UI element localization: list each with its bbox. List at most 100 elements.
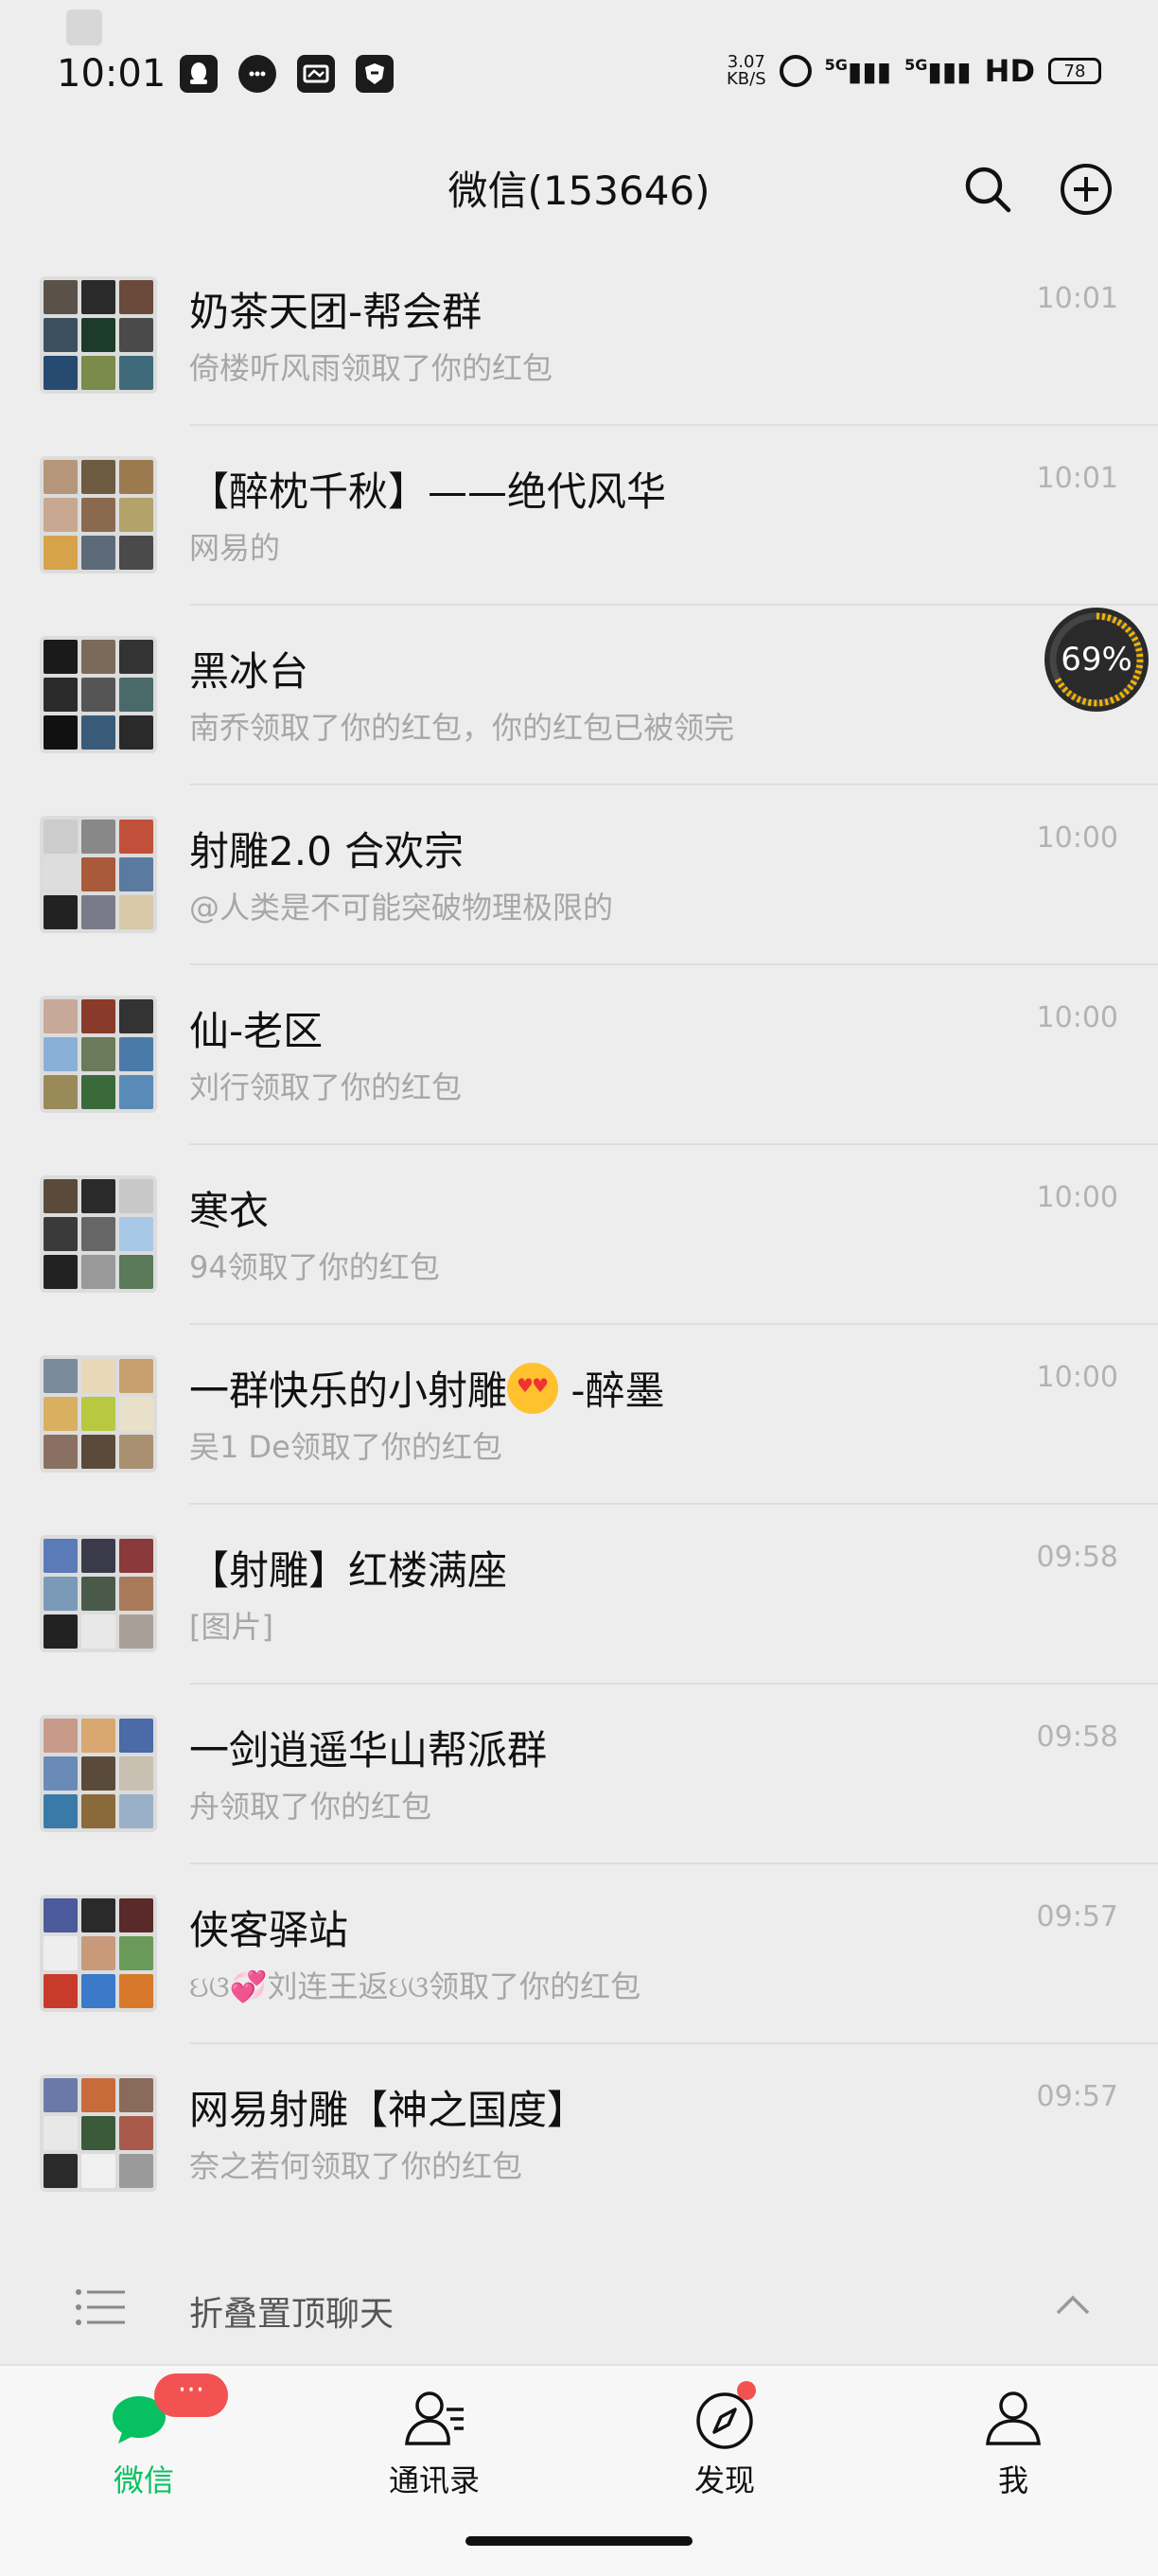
plus-circle-icon — [1061, 164, 1112, 215]
chat-time: 10:01 — [1036, 462, 1118, 495]
chat-item[interactable]: 侠客驿站 ઇଓ💞刘连王返ઇଓ领取了你的红包 09:57 — [0, 1864, 1158, 2044]
tab-contacts[interactable]: 通讯录 — [359, 2385, 510, 2498]
chat-time: 10:00 — [1036, 1361, 1118, 1394]
search-button[interactable] — [954, 155, 1022, 223]
compass-icon — [692, 2381, 758, 2451]
chat-name: 寒衣 — [189, 1188, 270, 1234]
chat-time: 09:58 — [1036, 1720, 1118, 1754]
tab-me[interactable]: 我 — [938, 2385, 1089, 2498]
search-icon — [965, 167, 1011, 213]
hd-voice-icon: HD — [984, 53, 1035, 89]
wechat-screen: 10:01 3.07 KB/S 5G▮▮▮ 5G▮▮▮ HD 78 微信(153… — [0, 0, 1158, 2576]
message-icon — [297, 55, 335, 93]
fold-pinned-chats[interactable]: 折叠置顶聊天 — [0, 2252, 1158, 2366]
chat-time: 10:00 — [1036, 821, 1118, 855]
chat-name: 【射雕】红楼满座 — [189, 1547, 508, 1594]
chat-name: 仙-老区 — [189, 1008, 324, 1054]
chat-item[interactable]: 网易射雕【神之国度】 奈之若何领取了你的红包 09:57 — [0, 2044, 1158, 2224]
chat-name-part: -醉墨 — [558, 1367, 665, 1414]
group-avatar — [40, 1175, 157, 1293]
tab-chats[interactable]: ··· 微信 — [68, 2373, 228, 2498]
chat-preview: 刘行领取了你的红包 — [189, 1069, 463, 1105]
chat-time: 10:01 — [1036, 282, 1118, 315]
chat-preview: 奈之若何领取了你的红包 — [189, 2148, 523, 2184]
chat-time: 10:00 — [1036, 1001, 1118, 1034]
chat-name: 侠客驿站 — [189, 1907, 349, 1953]
chat-item[interactable]: 一群快乐的小射雕 -醉墨 吴1 De领取了你的红包 10:00 — [0, 1325, 1158, 1505]
chevron-up-icon — [1056, 2295, 1090, 2315]
group-avatar — [40, 1535, 157, 1652]
chat-item[interactable]: 寒衣 94领取了你的红包 10:00 — [0, 1145, 1158, 1325]
group-avatar — [40, 996, 157, 1113]
list-icon — [76, 2289, 125, 2325]
contacts-icon — [401, 2385, 467, 2451]
chat-item[interactable]: 【射雕】红楼满座 [图片] 09:58 — [0, 1505, 1158, 1685]
tab-label: 发现 — [693, 2462, 755, 2498]
battery-icon: 78 — [1048, 58, 1101, 84]
chat-preview: 94领取了你的红包 — [189, 1249, 440, 1285]
chat-bubble-icon — [238, 55, 276, 93]
network-speed: 3.07 KB/S — [727, 54, 766, 88]
group-avatar — [40, 1895, 157, 2012]
chat-name: 【醉枕千秋】——绝代风华 — [189, 468, 667, 515]
home-indicator[interactable] — [465, 2536, 693, 2546]
memory-boost-widget[interactable]: 69% — [1044, 608, 1149, 712]
qq-icon — [180, 55, 218, 93]
chat-name: 奶茶天团-帮会群 — [189, 289, 482, 335]
chat-item[interactable]: 射雕2.0 合欢宗 @人类是不可能突破物理极限的 10:00 — [0, 785, 1158, 965]
chat-time: 09:58 — [1036, 1541, 1118, 1574]
heart-eyes-emoji-icon — [507, 1363, 559, 1414]
chat-item[interactable]: 【醉枕千秋】——绝代风华 网易的 10:01 — [0, 426, 1158, 606]
signal-5g-1: 5G▮▮▮ — [824, 55, 892, 87]
chat-preview: 吴1 De领取了你的红包 — [189, 1429, 502, 1465]
group-avatar — [40, 276, 157, 394]
signal-2-label: 5G — [904, 55, 928, 74]
alarm-icon — [779, 55, 812, 87]
group-avatar — [40, 2074, 157, 2192]
chat-name-part: 一群快乐的小射雕 — [189, 1367, 508, 1414]
chat-time: 09:57 — [1036, 2080, 1118, 2113]
group-avatar — [40, 456, 157, 573]
chat-preview: 舟领取了你的红包 — [189, 1789, 432, 1825]
signal-5g-2: 5G▮▮▮ — [904, 55, 972, 87]
status-bar: 10:01 3.07 KB/S 5G▮▮▮ 5G▮▮▮ HD 78 — [0, 0, 1158, 132]
new-dot-badge — [737, 2381, 756, 2400]
chat-list: 奶茶天团-帮会群 倚楼听风雨领取了你的红包 10:01 【醉枕千秋】——绝代风华… — [0, 246, 1158, 2224]
person-icon — [980, 2385, 1046, 2451]
shield-app-icon — [356, 55, 394, 93]
group-avatar — [40, 816, 157, 933]
chat-preview: @人类是不可能突破物理极限的 — [189, 890, 614, 926]
chat-preview: 南乔领取了你的红包，你的红包已被领完 — [189, 710, 735, 746]
network-speed-unit: KB/S — [727, 69, 766, 89]
chat-tab-icon: ··· — [111, 2373, 228, 2451]
fold-label: 折叠置顶聊天 — [189, 2295, 395, 2334]
group-avatar — [40, 636, 157, 753]
notification-icons — [180, 55, 394, 93]
system-indicators: 3.07 KB/S 5G▮▮▮ 5G▮▮▮ HD 78 — [727, 53, 1101, 89]
signal-1-label: 5G — [824, 55, 848, 74]
tab-label: 通讯录 — [388, 2462, 480, 2498]
group-avatar — [40, 1715, 157, 1832]
notification-thumbnail — [66, 9, 102, 45]
status-time: 10:01 — [57, 52, 167, 96]
chat-preview: ઇଓ💞刘连王返ઇଓ领取了你的红包 — [189, 1968, 641, 2004]
tab-label: 微信 — [113, 2462, 174, 2498]
chat-item[interactable]: 黑冰台 南乔领取了你的红包，你的红包已被领完 — [0, 606, 1158, 785]
chat-item[interactable]: 仙-老区 刘行领取了你的红包 10:00 — [0, 965, 1158, 1145]
group-avatar — [40, 1355, 157, 1473]
tab-label: 我 — [997, 2462, 1028, 2498]
app-header: 微信(153646) — [0, 142, 1158, 246]
chat-name: 黑冰台 — [189, 648, 309, 695]
chat-item[interactable]: 一剑逍遥华山帮派群 舟领取了你的红包 09:58 — [0, 1685, 1158, 1864]
chat-name: 一剑逍遥华山帮派群 — [189, 1727, 548, 1773]
chat-preview: 网易的 — [189, 530, 281, 566]
chat-item[interactable]: 奶茶天团-帮会群 倚楼听风雨领取了你的红包 10:01 — [0, 246, 1158, 426]
battery-level: 78 — [1063, 61, 1086, 81]
tab-discover[interactable]: 发现 — [649, 2381, 800, 2498]
chat-time: 10:00 — [1036, 1181, 1118, 1214]
chat-name: 射雕2.0 合欢宗 — [189, 828, 465, 874]
chat-preview: [图片] — [189, 1609, 273, 1645]
add-button[interactable] — [1052, 155, 1120, 223]
unread-badge: ··· — [154, 2373, 228, 2417]
chat-preview: 倚楼听风雨领取了你的红包 — [189, 350, 553, 386]
